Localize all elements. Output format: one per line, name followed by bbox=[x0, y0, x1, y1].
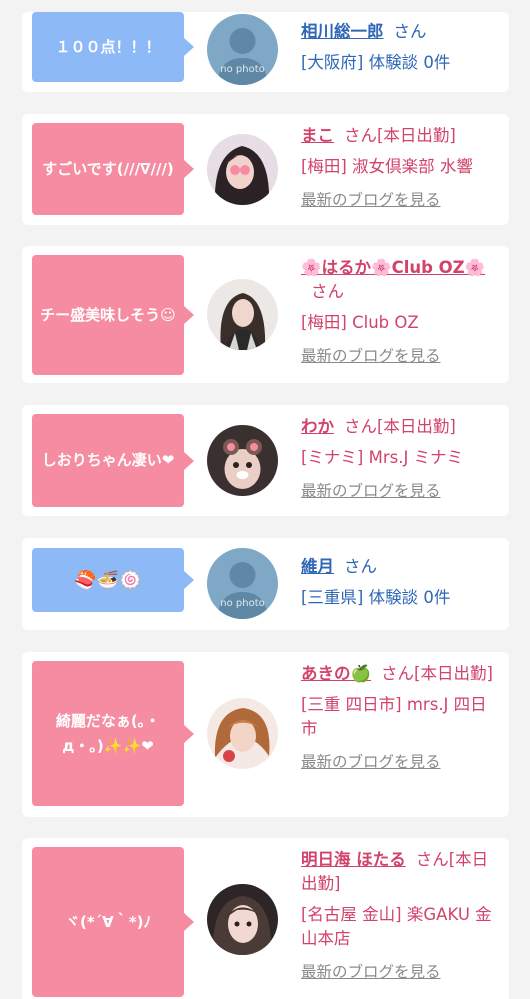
user-name-link[interactable]: 明日海 ほたる bbox=[301, 850, 406, 869]
avatar[interactable] bbox=[207, 279, 278, 350]
profile-photo bbox=[207, 425, 278, 496]
comment-card: しおりちゃん凄い❤ わか さん[本日出勤] [ミナミ] Mrs.J ミナミ 最新の… bbox=[22, 405, 509, 516]
honorific: さん[本日出勤] bbox=[381, 664, 493, 683]
comment-card: すごいです(///∇///) まこ さん[本日出勤] [梅田] 淑女倶楽部 水響 … bbox=[22, 114, 509, 225]
shop-detail: [梅田] 淑女倶楽部 水響 bbox=[301, 157, 473, 176]
avatar[interactable] bbox=[207, 134, 278, 205]
shop-detail: [梅田] Club OZ bbox=[301, 313, 419, 332]
no-photo-label: no photo bbox=[220, 64, 264, 75]
user-name-link[interactable]: わか bbox=[301, 417, 334, 436]
comment-card: １００点！！！ no photo 相川総一郎 さん [大阪府] 体験談 0件 bbox=[22, 12, 509, 92]
user-info: 維月 さん [三重県] 体験談 0件 bbox=[301, 555, 499, 610]
comment-bubble: 🍣🍜🍥 bbox=[32, 548, 194, 612]
user-info: あきの🍏 さん[本日出勤] [三重 四日市] mrs.J 四日市 最新のブログを見… bbox=[301, 662, 499, 774]
profile-photo bbox=[207, 884, 278, 955]
honorific: さん bbox=[393, 22, 427, 41]
user-name-link[interactable]: あきの🍏 bbox=[301, 664, 371, 683]
no-photo-label: no photo bbox=[220, 598, 264, 609]
avatar[interactable]: no photo bbox=[207, 14, 278, 85]
comment-card: 🍣🍜🍥 no photo 維月 さん [三重県] 体験談 0件 bbox=[22, 538, 509, 630]
comment-bubble: チー盛美味しそう☺ bbox=[32, 255, 194, 375]
no-photo-icon: no photo bbox=[207, 14, 278, 85]
comment-card: 綺麗だなぁ(｡・д・｡)✨✨❤ あきの🍏 さん[本日出勤] [三重 四日市] mr… bbox=[22, 652, 509, 817]
honorific: さん[本日出勤] bbox=[344, 126, 456, 145]
avatar[interactable] bbox=[207, 425, 278, 496]
latest-blog-link[interactable]: 最新のブログを見る bbox=[301, 750, 499, 774]
profile-photo bbox=[207, 134, 278, 205]
latest-blog-link[interactable]: 最新のブログを見る bbox=[301, 960, 499, 984]
user-info: 明日海 ほたる さん[本日出勤] [名古屋 金山] 楽GAKU 金山本店 最新のブ… bbox=[301, 848, 499, 984]
comment-bubble: しおりちゃん凄い❤ bbox=[32, 414, 194, 507]
user-info: 相川総一郎 さん [大阪府] 体験談 0件 bbox=[301, 20, 499, 75]
shop-detail: [ミナミ] Mrs.J ミナミ bbox=[301, 448, 464, 467]
comment-card: ヾ(*´∀｀*)ﾉ 明日海 ほたる さん[本日出勤] [名古屋 金山] 楽GAKU… bbox=[22, 838, 509, 999]
user-detail: [三重県] 体験談 0件 bbox=[301, 588, 451, 607]
profile-photo bbox=[207, 279, 278, 350]
avatar[interactable] bbox=[207, 698, 278, 769]
comment-bubble: １００点！！！ bbox=[32, 12, 194, 82]
comment-card: チー盛美味しそう☺ 🌸はるか🌸Club OZ🌸 さん [梅田] Club OZ 最… bbox=[22, 246, 509, 383]
latest-blog-link[interactable]: 最新のブログを見る bbox=[301, 344, 499, 368]
latest-blog-link[interactable]: 最新のブログを見る bbox=[301, 188, 499, 212]
user-name-link[interactable]: 維月 bbox=[301, 557, 334, 576]
honorific: さん bbox=[311, 282, 344, 301]
comment-bubble: ヾ(*´∀｀*)ﾉ bbox=[32, 847, 194, 997]
honorific: さん bbox=[344, 557, 377, 576]
no-photo-icon: no photo bbox=[207, 548, 278, 619]
user-name-link[interactable]: 相川総一郎 bbox=[301, 22, 384, 41]
latest-blog-link[interactable]: 最新のブログを見る bbox=[301, 479, 499, 503]
user-info: わか さん[本日出勤] [ミナミ] Mrs.J ミナミ 最新のブログを見る bbox=[301, 415, 499, 503]
shop-detail: [三重 四日市] mrs.J 四日市 bbox=[301, 695, 487, 738]
comment-bubble: 綺麗だなぁ(｡・д・｡)✨✨❤ bbox=[32, 661, 194, 806]
comment-bubble: すごいです(///∇///) bbox=[32, 123, 194, 215]
honorific: さん[本日出勤] bbox=[344, 417, 456, 436]
user-info: まこ さん[本日出勤] [梅田] 淑女倶楽部 水響 最新のブログを見る bbox=[301, 124, 499, 212]
user-name-link[interactable]: 🌸はるか🌸Club OZ🌸 bbox=[301, 258, 485, 277]
shop-detail: [名古屋 金山] 楽GAKU 金山本店 bbox=[301, 905, 492, 948]
user-name-link[interactable]: まこ bbox=[301, 126, 334, 145]
avatar[interactable] bbox=[207, 884, 278, 955]
user-detail: [大阪府] 体験談 0件 bbox=[301, 53, 451, 72]
user-info: 🌸はるか🌸Club OZ🌸 さん [梅田] Club OZ 最新のブログを見る bbox=[301, 256, 499, 368]
profile-photo bbox=[207, 698, 278, 769]
avatar[interactable]: no photo bbox=[207, 548, 278, 619]
